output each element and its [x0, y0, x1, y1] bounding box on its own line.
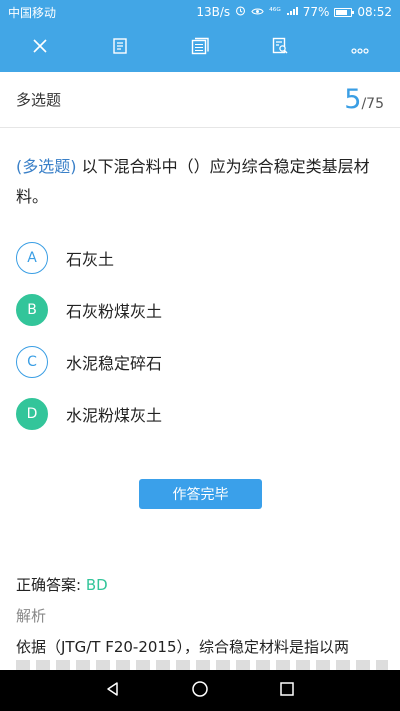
alarm-icon [235, 5, 246, 19]
top-toolbar [0, 24, 400, 72]
system-nav-bar [0, 670, 400, 711]
clock: 08:52 [357, 5, 392, 19]
option-a[interactable]: A 石灰土 [16, 232, 384, 284]
option-a-text: 石灰土 [66, 250, 115, 269]
question-header: 多选题 5 /75 [0, 72, 400, 128]
carrier-name: 中国移动 [8, 5, 57, 20]
home-circle-icon [191, 680, 209, 702]
option-b-letter: B [16, 294, 48, 326]
answer-card-button[interactable] [180, 28, 220, 68]
close-button[interactable] [20, 28, 60, 68]
status-bar: 中国移动 13B/s ⁴⁶ᴳ 77% 08:52 [0, 0, 400, 24]
analysis-cutoff-line [16, 660, 388, 670]
close-icon [32, 38, 48, 58]
correct-answer: 正确答案: BD [16, 574, 108, 595]
home-button[interactable] [185, 676, 215, 706]
analysis-text: 依据（JTG/T F20-2015），综合稳定材料是指以两 [16, 638, 349, 656]
total-questions: /75 [361, 96, 384, 112]
question-type-label: 多选题 [16, 91, 62, 109]
correct-answer-value: BD [85, 576, 108, 594]
card-icon [191, 37, 210, 59]
search-doc-icon [271, 37, 289, 59]
option-b[interactable]: B 石灰粉煤灰土 [16, 284, 384, 336]
battery-icon [334, 7, 355, 17]
option-c-letter: C [16, 346, 48, 378]
current-question-number: 5 [344, 84, 362, 115]
recents-button[interactable] [272, 676, 302, 706]
option-c-text: 水泥稳定碎石 [66, 354, 163, 373]
back-button[interactable] [98, 676, 128, 706]
back-triangle-icon [105, 681, 121, 701]
option-c[interactable]: C 水泥稳定碎石 [16, 336, 384, 388]
search-button[interactable] [260, 28, 300, 68]
more-button[interactable] [340, 28, 380, 68]
note-button[interactable] [100, 28, 140, 68]
network-speed: 13B/s [196, 5, 231, 19]
question-counter: 5 /75 [344, 84, 384, 115]
option-a-letter: A [16, 242, 48, 274]
option-b-text: 石灰粉煤灰土 [66, 302, 163, 321]
eye-icon [251, 5, 264, 19]
status-right: 13B/s ⁴⁶ᴳ 77% 08:52 [196, 5, 392, 19]
battery-percent: 77% [302, 5, 330, 19]
option-d[interactable]: D 水泥粉煤灰土 [16, 388, 384, 440]
option-d-letter: D [16, 398, 48, 430]
network-type: ⁴⁶ᴳ [269, 7, 281, 17]
submit-answer-button[interactable]: 作答完毕 [139, 479, 262, 509]
edit-icon [111, 37, 129, 59]
options-list: A 石灰土 B 石灰粉煤灰土 C 水泥稳定碎石 D 水泥粉煤灰土 [16, 232, 384, 440]
recents-square-icon [279, 681, 295, 701]
question-tag: (多选题) [16, 157, 77, 176]
option-d-text: 水泥粉煤灰土 [66, 406, 163, 425]
more-icon [351, 39, 369, 58]
correct-answer-label: 正确答案: [16, 576, 86, 594]
signal-icon [286, 5, 298, 19]
analysis-label: 解析 [16, 607, 47, 625]
question-text: (多选题) 以下混合料中（）应为综合稳定类基层材料。 [16, 152, 388, 212]
